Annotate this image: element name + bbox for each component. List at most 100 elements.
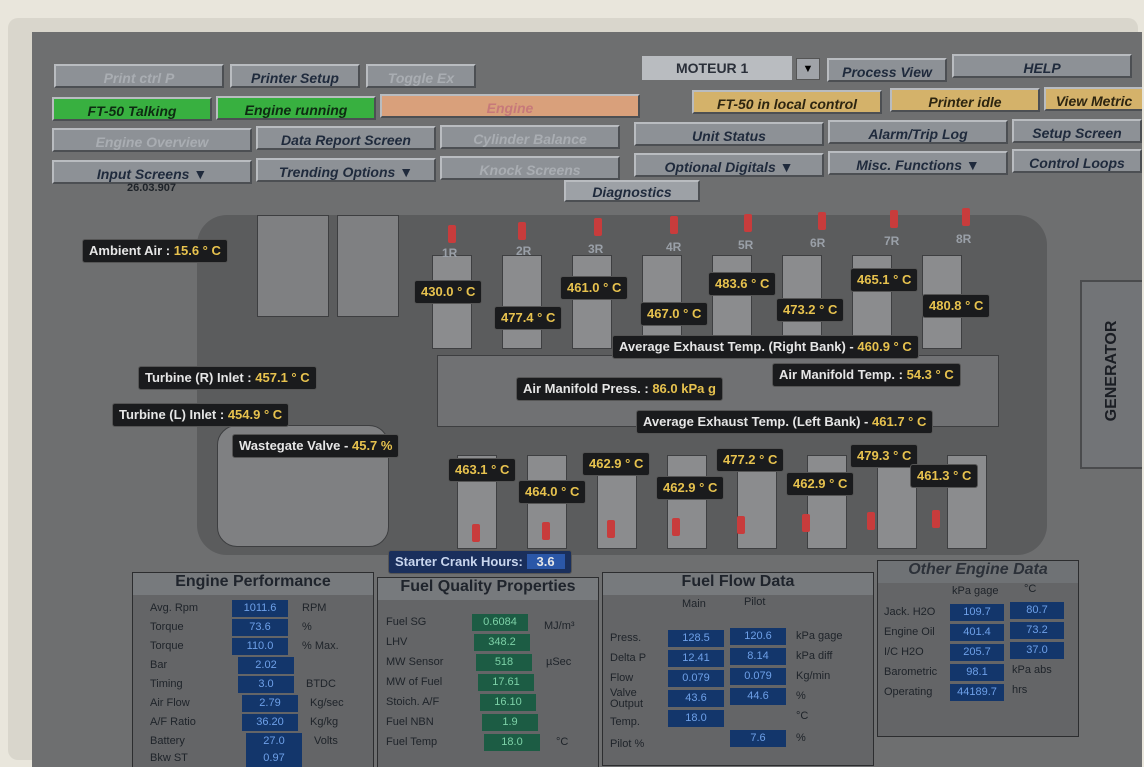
ambient-air-value: 15.6 ° C: [173, 243, 221, 258]
fuel-quality-label: LHV: [386, 636, 408, 648]
misc-functions-dropdown[interactable]: Misc. Functions ▼: [828, 151, 1008, 175]
other-engine-col1-header: kPa gage: [952, 585, 999, 597]
cylinder-label: 6R: [810, 236, 826, 250]
fuel-quality-label: MW Sensor: [386, 656, 444, 668]
cylinder-label: 5R: [738, 238, 754, 252]
spark-plug-icon: [932, 510, 940, 528]
fuel-flow-label: Pilot %: [610, 738, 645, 750]
other-engine-value: 44189.7: [950, 684, 1004, 701]
starter-crank-label: Starter Crank Hours:: [395, 554, 523, 569]
fuel-quality-label: Fuel NBN: [386, 716, 434, 728]
diagnostics-button[interactable]: Diagnostics: [564, 180, 700, 202]
turbine-r-value: 457.1 ° C: [255, 370, 310, 385]
local-control-status: FT-50 in local control: [692, 90, 882, 114]
perf-unit: Kg/kg: [310, 716, 339, 728]
control-loops-button[interactable]: Control Loops: [1012, 149, 1142, 173]
toggle-button[interactable]: Toggle Ex: [366, 64, 476, 88]
help-button[interactable]: HELP: [952, 54, 1132, 78]
exhaust-temp-r8: 480.8 ° C: [922, 294, 991, 318]
engine-overview-button[interactable]: Engine Overview: [52, 128, 252, 152]
fuel-flow-pilot-header: Pilot: [744, 596, 766, 608]
exhaust-temp-r7: 465.1 ° C: [850, 268, 919, 292]
fuel-flow-title: Fuel Flow Data: [603, 573, 873, 595]
perf-label: Battery: [150, 735, 185, 747]
cylinder-balance-button[interactable]: Cylinder Balance: [440, 125, 620, 149]
trending-options-label: Trending Options: [278, 164, 396, 180]
other-engine-title: Other Engine Data: [878, 561, 1078, 583]
other-engine-col2-header: °C: [1024, 583, 1037, 595]
setup-screen-button[interactable]: Setup Screen: [1012, 119, 1142, 143]
exhaust-temp-r6: 473.2 ° C: [776, 298, 845, 322]
fuel-quality-unit: µSec: [546, 656, 572, 668]
other-engine-label: Operating: [884, 686, 933, 698]
chevron-down-icon[interactable]: ▼: [796, 58, 820, 80]
trending-options-dropdown[interactable]: Trending Options ▼: [256, 158, 436, 182]
fuel-quality-label: Fuel SG: [386, 616, 427, 628]
cylinder-r2: [502, 255, 542, 349]
chevron-down-icon: ▼: [965, 157, 980, 173]
spark-plug-icon: [448, 225, 456, 243]
avg-exhaust-right-value: 460.9 ° C: [857, 339, 912, 354]
engine-select[interactable]: MOTEUR 1: [642, 56, 792, 80]
process-view-button[interactable]: Process View: [827, 58, 947, 82]
fuel-flow-pilot-value: 8.14: [730, 648, 786, 665]
unit-status-button[interactable]: Unit Status: [634, 122, 824, 146]
fuel-quality-unit: °C: [556, 736, 569, 748]
exhaust-temp-l2: 464.0 ° C: [518, 480, 587, 504]
engine-performance-title: Engine Performance: [133, 573, 373, 595]
generator-panel[interactable]: GENERATOR: [1080, 280, 1142, 469]
turbine-r-readout: Turbine (R) Inlet : 457.1 ° C: [138, 366, 317, 390]
fuel-quality-value: 518: [476, 654, 532, 671]
date-stamp: 26.03.907: [127, 182, 176, 194]
other-engine-value: 205.7: [950, 644, 1004, 661]
other-engine-label: Barometric: [884, 666, 938, 678]
printer-idle-status: Printer idle: [890, 88, 1040, 112]
printer-setup-button[interactable]: Printer Setup: [230, 64, 360, 88]
cylinder-r3: [572, 255, 612, 349]
fuel-flow-pilot-value: 44.6: [730, 688, 786, 705]
view-metric-button[interactable]: View Metric: [1044, 87, 1142, 111]
spark-plug-icon: [867, 512, 875, 530]
perf-unit: BTDC: [306, 678, 336, 690]
spark-plug-icon: [670, 216, 678, 234]
wastegate-readout: Wastegate Valve - 45.7 %: [232, 434, 400, 458]
cylinder-label: 7R: [884, 234, 900, 248]
fuel-flow-pilot-value: 120.6: [730, 628, 786, 645]
engine-status: Engine: [380, 94, 640, 118]
spark-plug-icon: [607, 520, 615, 538]
spark-plug-icon: [802, 514, 810, 532]
perf-value: 110.0: [232, 638, 288, 655]
ft50-talking-status: FT-50 Talking: [52, 97, 212, 121]
print-button[interactable]: Print ctrl P: [54, 64, 224, 88]
avg-exhaust-left-value: 461.7 ° C: [872, 414, 927, 429]
cylinder-label: 4R: [666, 240, 682, 254]
fuel-quality-value: 18.0: [484, 734, 540, 751]
other-engine-label: Engine Oil: [884, 626, 935, 638]
exhaust-temp-l4: 462.9 ° C: [656, 476, 725, 500]
perf-label: Air Flow: [150, 697, 190, 709]
other-engine-value: 401.4: [950, 624, 1004, 641]
spark-plug-icon: [890, 210, 898, 228]
fuel-flow-unit: %: [796, 732, 806, 744]
chevron-down-icon: ▼: [779, 159, 794, 175]
perf-label: A/F Ratio: [150, 716, 196, 728]
data-report-screen-button[interactable]: Data Report Screen: [256, 126, 436, 150]
alarm-trip-log-button[interactable]: Alarm/Trip Log: [828, 120, 1008, 144]
air-manifold-press-value: 86.0 kPa g: [652, 381, 716, 396]
perf-label: Bar: [150, 659, 168, 671]
misc-functions-label: Misc. Functions: [856, 157, 963, 173]
optional-digitals-dropdown[interactable]: Optional Digitals ▼: [634, 153, 824, 177]
perf-label: Avg. Rpm: [150, 602, 199, 614]
input-screens-dropdown[interactable]: Input Screens ▼: [52, 160, 252, 184]
avg-exhaust-left-readout: Average Exhaust Temp. (Left Bank) - 461.…: [636, 410, 934, 434]
perf-value: 36.20: [242, 714, 298, 731]
turbocharger-right: [337, 215, 399, 317]
fuel-quality-label: MW of Fuel: [386, 676, 443, 688]
fuel-quality-label: Stoich. A/F: [386, 696, 440, 708]
fuel-flow-unit: °C: [796, 710, 809, 722]
fuel-quality-unit: MJ/m³: [544, 620, 575, 632]
other-engine-value: 109.7: [950, 604, 1004, 621]
knock-screens-button[interactable]: Knock Screens: [440, 156, 620, 180]
fuel-flow-label: Valve Output: [610, 687, 644, 710]
turbine-l-readout: Turbine (L) Inlet : 454.9 ° C: [112, 403, 290, 427]
